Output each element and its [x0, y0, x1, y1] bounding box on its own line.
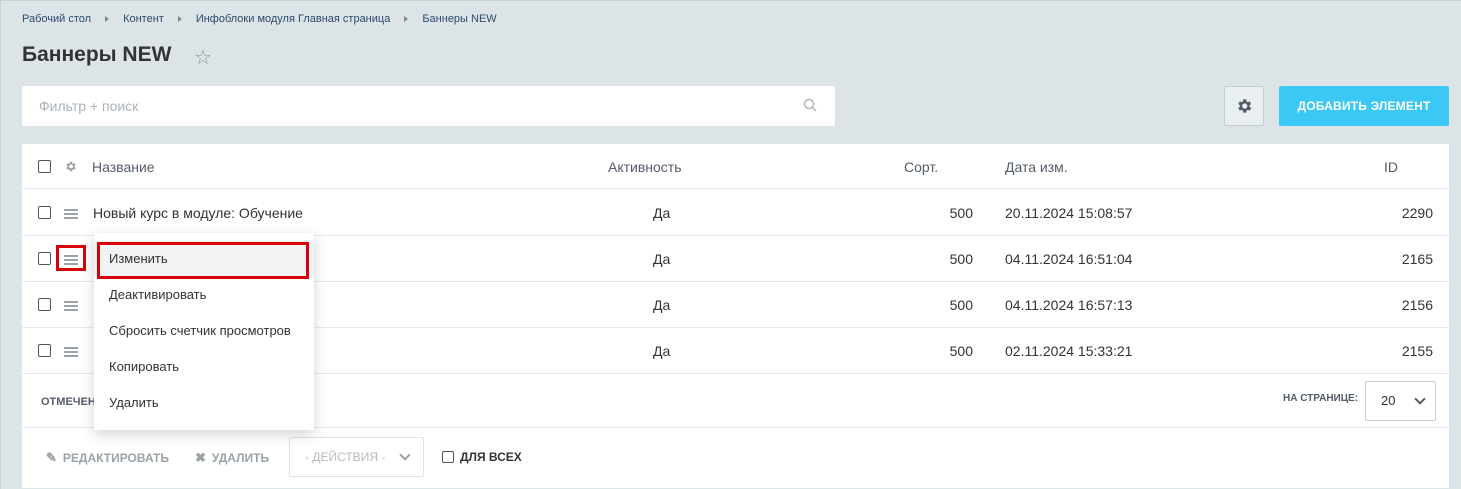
delete-button[interactable]: ✖ УДАЛИТЬ — [195, 450, 269, 466]
menu-item-delete[interactable]: Удалить — [94, 385, 314, 421]
row-name-link[interactable]: Новый курс в модуле: Обучение — [93, 205, 303, 221]
row-date: 02.11.2024 15:33:21 — [1005, 343, 1133, 359]
row-checkbox[interactable] — [38, 206, 51, 219]
breadcrumb-item-content[interactable]: Контент — [123, 13, 164, 25]
row-sort: 500 — [949, 297, 973, 313]
per-page-label: НА СТРАНИЦЕ: — [1283, 393, 1359, 404]
chevron-right-icon — [105, 16, 110, 22]
search-input-placeholder[interactable]: Фильтр + поиск — [39, 98, 138, 114]
breadcrumb: Рабочий стол Контент Инфоблоки модуля Гл… — [22, 13, 497, 25]
marked-count-label: ОТМЕЧЕН — [41, 396, 96, 408]
settings-button[interactable] — [1224, 86, 1264, 126]
column-header-id[interactable]: ID — [1384, 159, 1398, 175]
menu-item-deactivate[interactable]: Деактивировать — [94, 277, 314, 313]
row-active: Да — [653, 251, 671, 267]
row-checkbox[interactable] — [38, 298, 51, 311]
pencil-icon: ✎ — [46, 450, 57, 465]
row-menu-icon[interactable] — [64, 209, 78, 219]
table-header: Название Активность Сорт. Дата изм. ID — [22, 144, 1449, 189]
row-id-link[interactable]: 2165 — [1362, 251, 1433, 267]
row-active: Да — [653, 343, 671, 359]
row-date: 20.11.2024 15:08:57 — [1005, 205, 1133, 221]
column-header-active[interactable]: Активность — [608, 159, 682, 175]
row-checkbox[interactable] — [38, 344, 51, 357]
edit-label: РЕДАКТИРОВАТЬ — [62, 451, 169, 465]
chevron-down-icon — [1414, 393, 1426, 405]
row-sort: 500 — [949, 205, 973, 221]
edit-button[interactable]: ✎ РЕДАКТИРОВАТЬ — [46, 450, 169, 466]
for-all-toggle[interactable]: ДЛЯ ВСЕХ — [442, 450, 522, 464]
action-panel: ✎ РЕДАКТИРОВАТЬ ✖ УДАЛИТЬ - ДЕЙСТВИЯ - Д… — [22, 429, 1449, 488]
chevron-right-icon — [404, 16, 409, 22]
table-row[interactable]: Новый курс в модуле: Обучение Да 500 20.… — [22, 190, 1449, 236]
highlight-annotation — [97, 242, 309, 279]
row-date: 04.11.2024 16:51:04 — [1005, 251, 1133, 267]
row-sort: 500 — [949, 343, 973, 359]
delete-label: УДАЛИТЬ — [211, 451, 270, 465]
row-menu-icon[interactable] — [64, 347, 78, 357]
search-filter[interactable]: Фильтр + поиск — [22, 86, 835, 126]
row-id-link[interactable]: 2155 — [1362, 343, 1433, 359]
actions-select[interactable]: - ДЕЙСТВИЯ - — [289, 437, 424, 477]
row-checkbox[interactable] — [38, 252, 51, 265]
chevron-right-icon — [177, 16, 182, 22]
gear-icon[interactable] — [64, 160, 77, 173]
column-header-sort[interactable]: Сорт. — [904, 159, 938, 175]
for-all-label: ДЛЯ ВСЕХ — [460, 450, 522, 464]
row-id-link[interactable]: 2156 — [1362, 297, 1433, 313]
actions-value: - ДЕЙСТВИЯ - — [305, 450, 386, 464]
select-all-checkbox[interactable] — [38, 160, 51, 173]
gear-icon — [1238, 99, 1252, 113]
menu-item-reset-views[interactable]: Сбросить счетчик просмотров — [94, 313, 314, 349]
breadcrumb-item-current: Баннеры NEW — [422, 13, 497, 25]
row-id-link[interactable]: 2290 — [1362, 205, 1433, 221]
column-header-name[interactable]: Название — [92, 159, 155, 175]
breadcrumb-item-desktop[interactable]: Рабочий стол — [22, 13, 91, 25]
menu-item-copy[interactable]: Копировать — [94, 349, 314, 385]
row-menu-icon[interactable] — [64, 301, 78, 311]
breadcrumb-item-infoblocks[interactable]: Инфоблоки модуля Главная страница — [196, 13, 391, 25]
row-date: 04.11.2024 16:57:13 — [1005, 297, 1133, 313]
search-icon[interactable] — [803, 98, 817, 112]
per-page-select[interactable]: 20 — [1365, 381, 1436, 421]
row-active: Да — [653, 205, 671, 221]
per-page-value: 20 — [1381, 393, 1396, 408]
star-icon[interactable]: ☆ — [194, 45, 212, 70]
row-active: Да — [653, 297, 671, 313]
column-header-date[interactable]: Дата изм. — [1005, 159, 1068, 175]
for-all-checkbox[interactable] — [442, 451, 454, 463]
chevron-down-icon — [399, 449, 411, 461]
add-element-button[interactable]: ДОБАВИТЬ ЭЛЕМЕНТ — [1279, 86, 1449, 126]
page-title: Баннеры NEW — [22, 43, 172, 66]
close-icon: ✖ — [195, 450, 206, 465]
row-sort: 500 — [949, 251, 973, 267]
highlight-annotation — [56, 245, 86, 271]
